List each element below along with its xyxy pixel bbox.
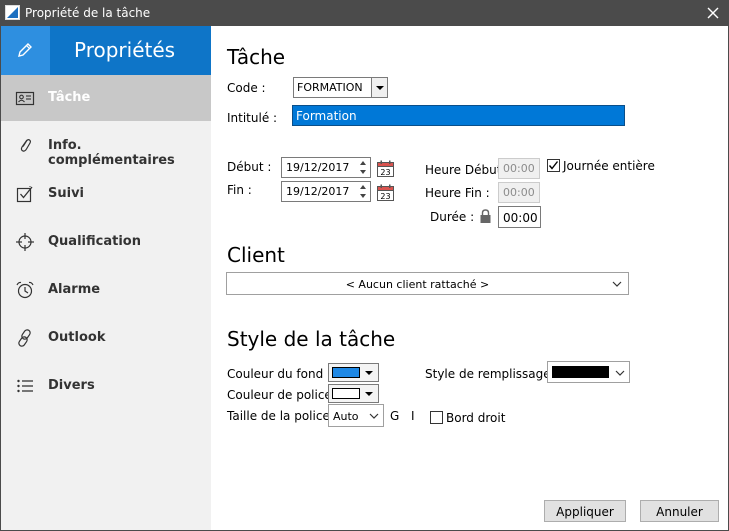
app-icon xyxy=(5,5,20,20)
window-title: Propriété de la tâche xyxy=(25,6,151,20)
window-frame xyxy=(0,26,729,531)
close-icon[interactable] xyxy=(703,3,723,23)
title-bar: Propriété de la tâche xyxy=(0,0,729,26)
